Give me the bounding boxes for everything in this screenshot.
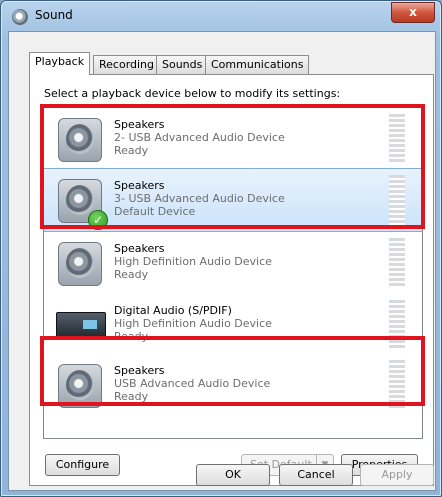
sound-dialog: Sound x Playback Recording Sounds Commun… <box>0 0 442 497</box>
configure-button[interactable]: Configure <box>45 454 120 476</box>
device-description: High Definition Audio Device <box>114 255 272 268</box>
device-name: Speakers <box>114 242 165 255</box>
device-name: Digital Audio (S/PDIF) <box>114 304 232 317</box>
highlight-box-bottom <box>40 336 425 406</box>
ok-button[interactable]: OK <box>196 464 270 486</box>
device-description: High Definition Audio Device <box>114 317 272 330</box>
instruction-text: Select a playback device below to modify… <box>44 87 341 100</box>
highlight-box-top <box>40 104 425 229</box>
cancel-button[interactable]: Cancel <box>279 464 353 486</box>
dialog-body: Playback Recording Sounds Communications… <box>8 31 436 491</box>
window-title: Sound <box>35 8 73 22</box>
device-status: Ready <box>114 268 149 281</box>
tab-playback[interactable]: Playback <box>29 52 91 75</box>
speaker-icon <box>56 240 102 286</box>
apply-button[interactable]: Apply <box>360 464 434 486</box>
tab-sounds[interactable]: Sounds <box>156 55 209 74</box>
volume-meter <box>389 238 405 288</box>
tab-communications[interactable]: Communications <box>205 55 310 74</box>
title-bar[interactable]: Sound x <box>1 1 441 31</box>
device-item[interactable]: Speakers High Definition Audio Device Re… <box>44 232 422 294</box>
tab-recording[interactable]: Recording <box>93 55 161 74</box>
sound-icon <box>12 9 28 25</box>
close-button[interactable]: x <box>391 2 435 23</box>
